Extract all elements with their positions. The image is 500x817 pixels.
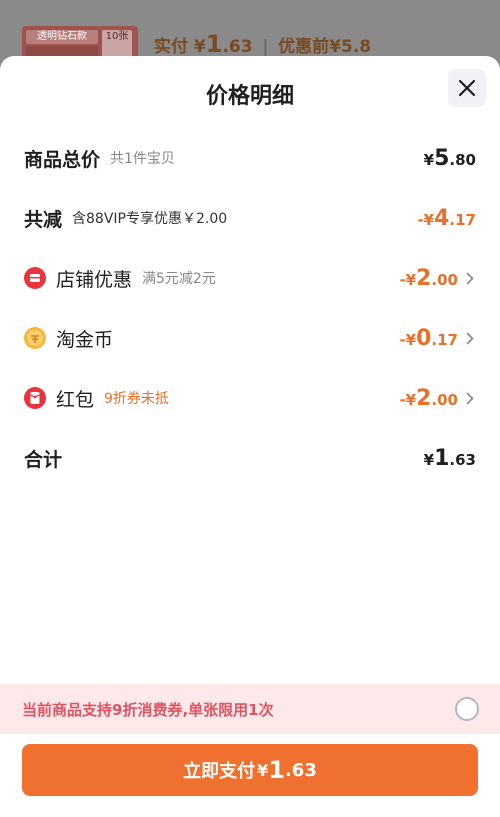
taojinbi-label: 淘金币 [56,328,114,351]
chevron-right-icon [466,331,476,345]
row-goods-total: 商品总价 共1件宝贝 ¥5.80 [24,138,476,178]
taojinbi-int: 0 [416,325,432,351]
store-discount-label: 店铺优惠 [56,268,133,291]
store-discount-dec: .00 [431,270,458,289]
sum-total-value: ¥1.63 [424,446,476,471]
pay-now-button[interactable]: 立即支付 ¥1.63 [22,744,478,796]
total-discount-detail: 含88VIP专享优惠￥2.00 [72,211,228,227]
total-discount-int: 4 [434,205,450,231]
total-discount-dec: .17 [449,210,476,229]
store-discount-currency: -¥ [399,270,417,289]
bg-before-price: ¥5.8 [329,37,372,57]
sum-total-dec: .63 [449,450,476,469]
goods-total-label: 商品总价 [24,148,101,171]
price-detail-sheet: 价格明细 商品总价 共1件宝贝 ¥5.80 共减 含88VIP专享优惠￥2.00… [0,56,500,817]
row-store-discount[interactable]: 店铺优惠 满5元减2元 -¥ 2.00 [24,258,476,298]
thumbnail-title: 透明钻石款 [26,30,98,44]
goods-total-count: 共1件宝贝 [110,151,175,167]
bg-pay-dec: .63 [222,37,253,57]
row-sum-total: 合计 ¥1.63 [24,438,476,478]
coupon-notice-bar: 当前商品支持9折消费券,单张限用1次 [0,684,500,734]
red-packet-int: 2 [416,385,432,411]
bg-pay-label: 实付 [154,37,188,57]
taojinbi-coin-icon [24,327,46,349]
sheet-title: 价格明细 [205,84,294,109]
pay-now-int: 1 [268,756,285,784]
sum-total-int: 1 [434,445,450,471]
background-pay-summary: 实付 ¥1.63 | 优惠前¥5.8 [154,30,371,58]
store-discount-rule: 满5元减2元 [142,271,216,287]
red-packet-value: -¥ 2.00 [399,386,458,411]
red-packet-note: 9折券未抵 [104,391,169,407]
bg-pay-int: 1 [205,30,223,58]
pay-now-label: 立即支付 [183,761,256,782]
bg-separator: | [262,37,269,57]
store-coupon-icon [24,267,46,289]
chevron-right-icon [466,271,476,285]
sum-total-currency: ¥ [423,450,435,469]
store-discount-int: 2 [416,265,432,291]
goods-total-int: 5 [434,145,450,171]
goods-total-currency: ¥ [423,150,435,169]
total-discount-value: -¥ 4.17 [417,206,476,231]
bg-pay-currency: ¥ [193,37,206,57]
goods-total-value: ¥5.80 [424,146,476,171]
row-taojinbi[interactable]: 淘金币 -¥ 0.17 [24,318,476,358]
close-icon [458,79,476,97]
pay-now-currency: ¥ [257,760,269,780]
chevron-right-icon [466,391,476,405]
total-discount-label: 共减 [24,208,63,231]
goods-total-dec: .80 [449,150,476,169]
coupon-radio-button[interactable] [455,697,479,721]
store-discount-value: -¥ 2.00 [399,266,458,291]
thumbnail-strip [26,46,98,56]
red-packet-icon [24,387,46,409]
red-packet-label: 红包 [56,388,95,411]
total-discount-currency: -¥ [417,210,435,229]
row-red-packet[interactable]: 红包 9折券未抵 -¥ 2.00 [24,378,476,418]
taojinbi-dec: .17 [431,330,458,349]
red-packet-dec: .00 [431,390,458,409]
taojinbi-currency: -¥ [399,330,417,349]
pay-now-dec: .63 [284,759,317,781]
coupon-notice-text: 当前商品支持9折消费券,单张限用1次 [22,700,274,719]
sum-total-label: 合计 [24,448,63,471]
row-total-discount: 共减 含88VIP专享优惠￥2.00 -¥ 4.17 [24,198,476,238]
close-button[interactable] [448,69,486,107]
taojinbi-value: -¥ 0.17 [399,326,458,351]
bg-before-label: 优惠前 [278,37,330,57]
red-packet-currency: -¥ [399,390,417,409]
